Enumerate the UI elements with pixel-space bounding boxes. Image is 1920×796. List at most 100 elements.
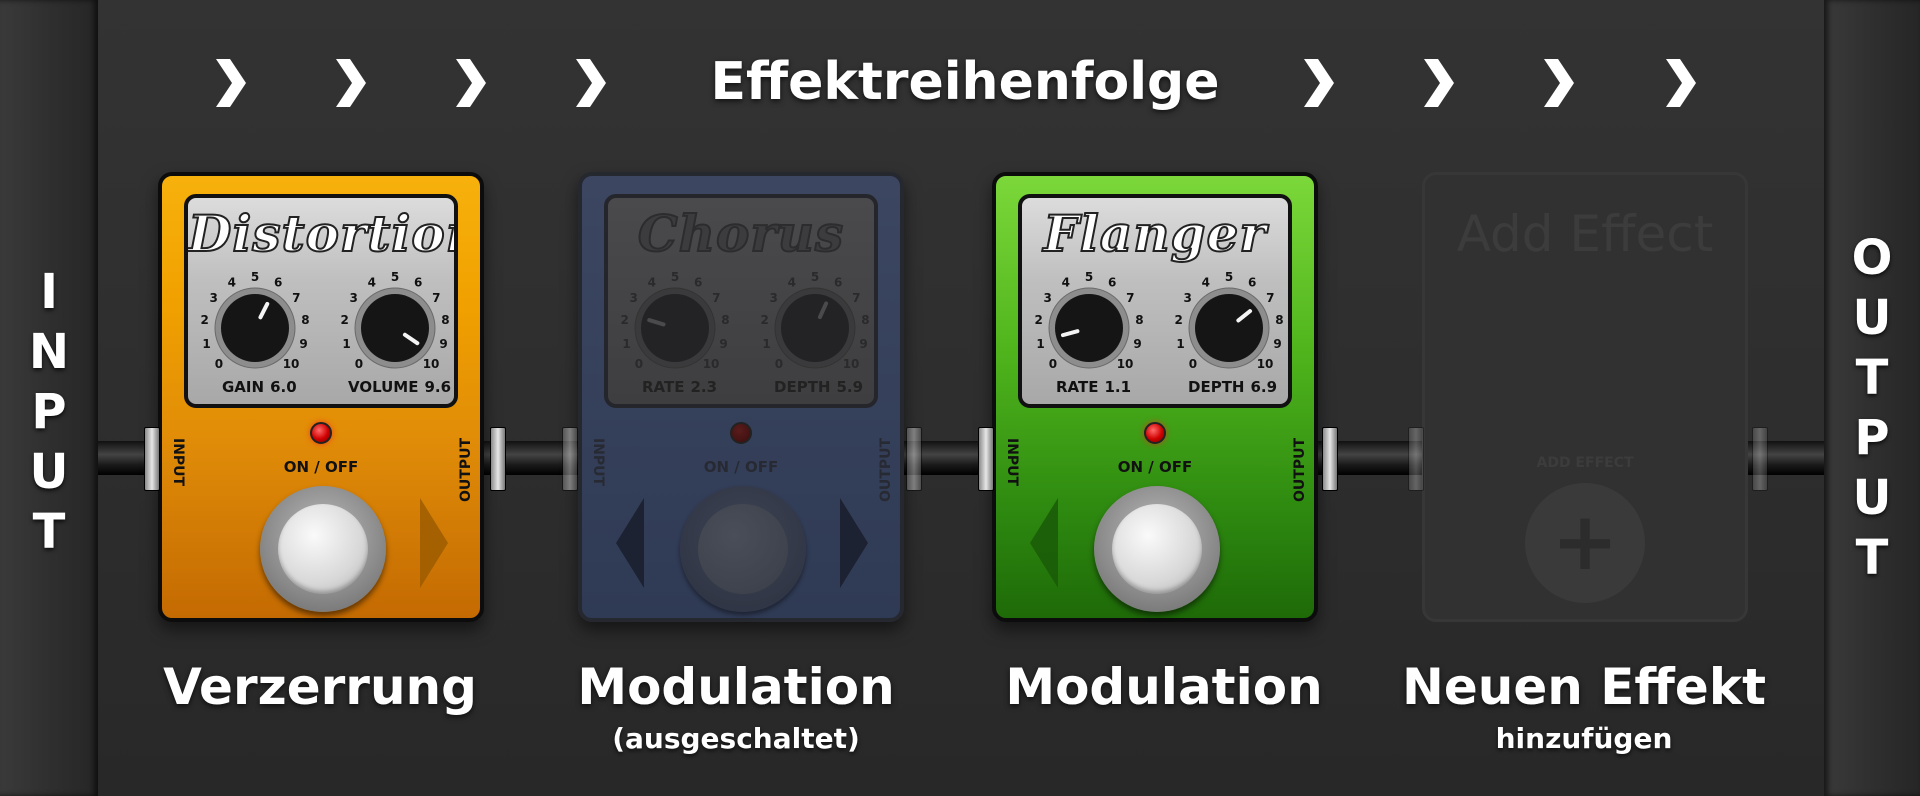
dial-tick-label: 9: [1133, 337, 1141, 351]
dial-tick-label: 2: [200, 313, 208, 327]
knob-label: VOLUME 9.6: [348, 378, 452, 396]
dial-tick-label: 7: [852, 291, 860, 305]
dial-tick-label: 7: [292, 291, 300, 305]
dial-tick-label: 4: [648, 276, 656, 290]
move-left-arrow-icon[interactable]: [616, 498, 644, 588]
dial-tick-label: 7: [1266, 291, 1274, 305]
dial-tick-label: 10: [423, 357, 440, 371]
volume-knob[interactable]: 01 234 5 678 9 10: [332, 270, 458, 380]
dial-tick-label: 0: [635, 357, 643, 371]
knob-label: GAIN 6.0: [222, 378, 297, 396]
output-jack: [906, 427, 922, 491]
dial-tick-label: 1: [1036, 337, 1044, 351]
pedal-name: Flanger: [1042, 203, 1267, 264]
dial-tick-label: 0: [355, 357, 363, 371]
dial-tick-label: 6: [1248, 276, 1256, 290]
dial-tick-label: 3: [350, 291, 358, 305]
knob-label: RATE 1.1: [1056, 378, 1132, 396]
dial-tick-label: 9: [439, 337, 447, 351]
dial-tick-label: 1: [622, 337, 630, 351]
dial-tick-label: 9: [719, 337, 727, 351]
output-rail: OUTPUT: [1824, 0, 1920, 796]
dial-tick-label: 1: [762, 337, 770, 351]
dial-tick-label: 3: [1044, 291, 1052, 305]
dial-tick-label: 2: [760, 313, 768, 327]
dial-tick-label: 3: [210, 291, 218, 305]
chevron-right-icon: [1540, 55, 1576, 111]
dial-tick-label: 0: [1189, 357, 1197, 371]
move-left-arrow-icon[interactable]: [1030, 498, 1058, 588]
dial-tick-label: 4: [1202, 276, 1210, 290]
pedal-control-panel: Chorus 0 1 2 3 4 5 6 7 8 9 10 0 1 2 3 4 5 6 7 8 9 10 RATE 2.3…: [604, 194, 878, 408]
dial-tick-label: 7: [712, 291, 720, 305]
dial-tick-label: 1: [1176, 337, 1184, 351]
chevron-right-icon: [1420, 55, 1456, 111]
status-led: [1144, 422, 1166, 444]
add-effect-slot[interactable]: Add Effect ADD EFFECT +: [1422, 172, 1748, 622]
dial-tick-label: 2: [1034, 313, 1042, 327]
footswitch-button[interactable]: [1094, 486, 1220, 612]
dial-tick-label: 5: [391, 270, 399, 284]
status-led: [310, 422, 332, 444]
input-rail: INPUT: [0, 0, 98, 796]
dial-tick-label: 5: [1225, 270, 1233, 284]
dial-tick-label: 10: [283, 357, 300, 371]
move-right-arrow-icon[interactable]: [840, 498, 868, 588]
dial-tick-label: 6: [414, 276, 422, 290]
depth-knob[interactable]: 01 234 5 678 9 10: [752, 270, 878, 380]
dial-tick-label: 4: [1062, 276, 1070, 290]
pedal-distortion[interactable]: Distortion 0 1 2 3 4 5 6 7 8 9 10 0 1 2 3 4 5 6 7 8 9 10 GAI…: [158, 172, 484, 622]
pedal-flanger[interactable]: Flanger 0 1 2 3 4 5 6 7 8 9 10 0 1 2 3 4 5 6 7 8 9 10 RATE 1.…: [992, 172, 1318, 622]
dial-tick-label: 8: [301, 313, 309, 327]
dial-tick-label: 6: [274, 276, 282, 290]
dial-tick-label: 6: [694, 276, 702, 290]
dial-tick-label: 5: [811, 270, 819, 284]
dial-tick-label: 2: [620, 313, 628, 327]
dial-tick-label: 10: [1117, 357, 1134, 371]
dial-tick-label: 3: [630, 291, 638, 305]
dial-tick-label: 9: [299, 337, 307, 351]
dial-tick-label: 1: [202, 337, 210, 351]
dial-tick-label: 7: [432, 291, 440, 305]
dial-tick-label: 1: [342, 337, 350, 351]
chevron-right-icon: [572, 55, 608, 111]
pedal-name: Chorus: [637, 203, 845, 264]
chevron-right-icon: [332, 55, 368, 111]
dial-tick-label: 0: [775, 357, 783, 371]
status-led: [730, 422, 752, 444]
chevron-right-icon: [1662, 55, 1698, 111]
dial-tick-label: 8: [1135, 313, 1143, 327]
pedal-caption: Verzerrung: [163, 658, 477, 716]
on-off-label: ON / OFF: [703, 458, 779, 476]
dial-tick-label: 4: [228, 276, 236, 290]
rate-knob[interactable]: 01 234 5 678 9 10: [612, 270, 738, 380]
on-off-label: ON / OFF: [1117, 458, 1193, 476]
dial-tick-label: 2: [340, 313, 348, 327]
rate-knob[interactable]: 01 234 5 678 9 10: [1026, 270, 1152, 380]
move-right-arrow-icon[interactable]: [420, 498, 448, 588]
gain-knob[interactable]: 01 234 5 678 9 10: [192, 270, 318, 380]
add-effect-button[interactable]: +: [1525, 483, 1645, 603]
pedal-chorus[interactable]: Chorus 0 1 2 3 4 5 6 7 8 9 10 0 1 2 3 4 5 6 7 8 9 10 RATE 2.3…: [578, 172, 904, 622]
depth-knob[interactable]: 01 234 5 678 9 10: [1166, 270, 1292, 380]
page-title: Effektreihenfolge: [710, 52, 1220, 112]
dial-tick-label: 9: [1273, 337, 1281, 351]
pedal-control-panel: Flanger 0 1 2 3 4 5 6 7 8 9 10 0 1 2 3 4 5 6 7 8 9 10 RATE 1.…: [1018, 194, 1292, 408]
footswitch-button[interactable]: [260, 486, 386, 612]
pedal-subcaption: (ausgeschaltet): [612, 722, 860, 755]
add-effect-title: Add Effect: [1456, 205, 1714, 263]
dial-tick-label: 5: [671, 270, 679, 284]
input-label: INPUT: [28, 264, 70, 560]
chevron-right-icon: [1300, 55, 1336, 111]
add-effect-subcaption: hinzufügen: [1495, 722, 1673, 755]
footswitch-button[interactable]: [680, 486, 806, 612]
dial-tick-label: 8: [1275, 313, 1283, 327]
plus-icon: +: [1551, 495, 1619, 588]
dial-tick-label: 0: [215, 357, 223, 371]
dial-tick-label: 2: [1174, 313, 1182, 327]
dial-tick-label: 10: [703, 357, 720, 371]
output-jack: [1322, 427, 1338, 491]
pedal-caption: Modulation: [577, 658, 895, 716]
output-label: OUTPUT: [1851, 230, 1893, 586]
knob-label: DEPTH 5.9: [774, 378, 864, 396]
